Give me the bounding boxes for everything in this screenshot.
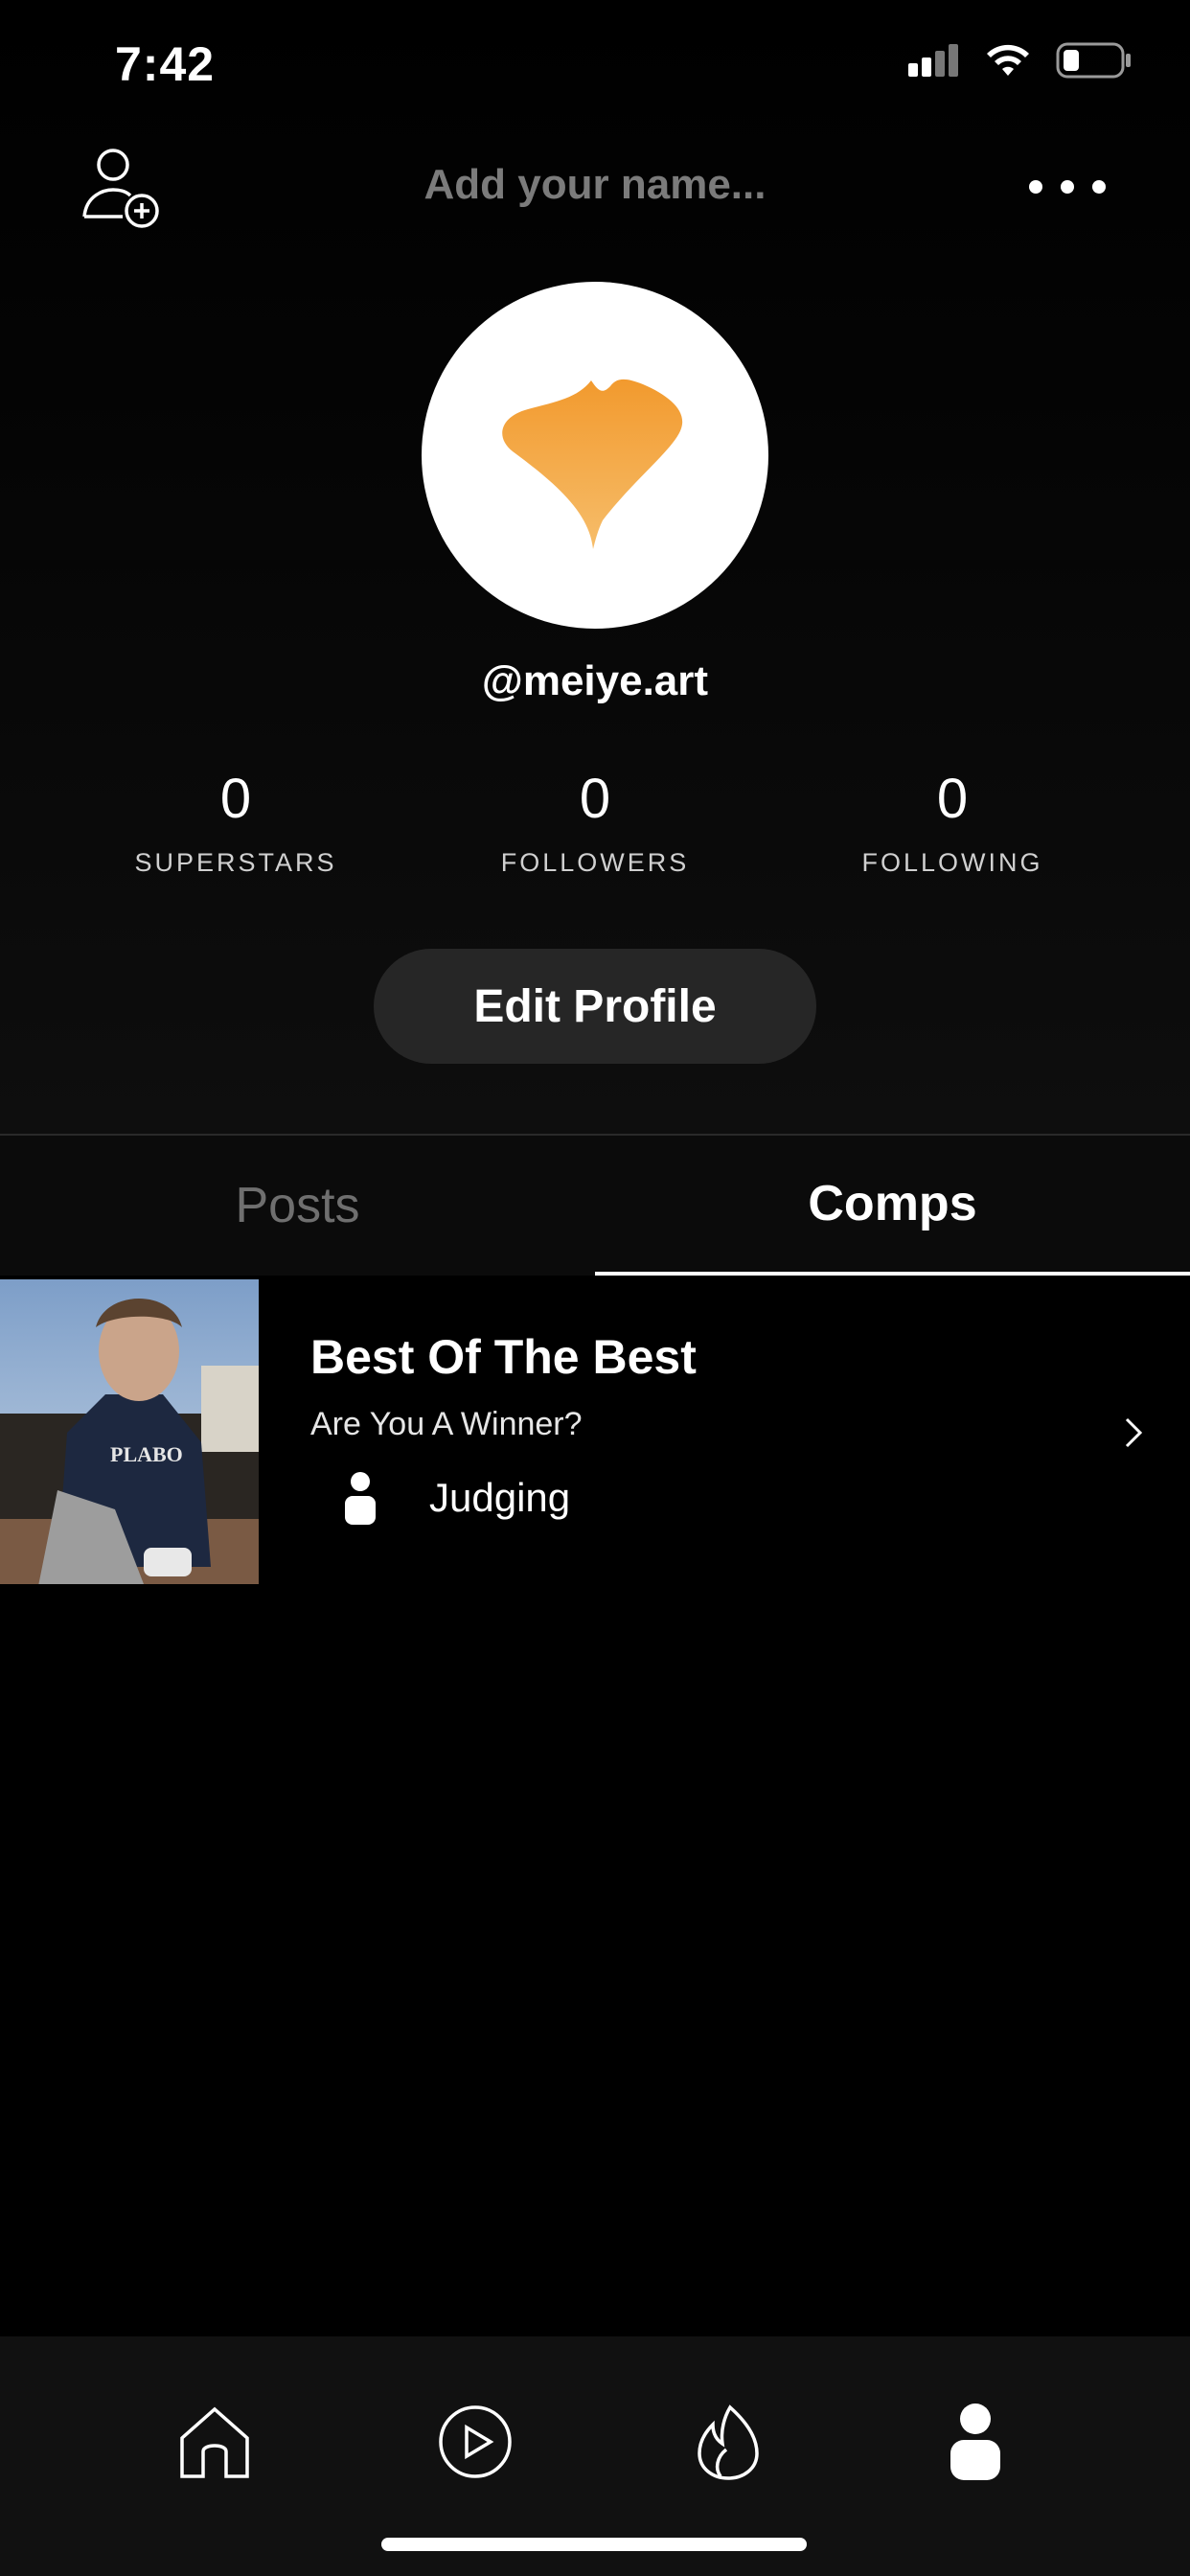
stat-label: FOLLOWERS	[500, 848, 690, 877]
nav-profile[interactable]	[927, 2394, 1023, 2490]
more-options-icon[interactable]	[1029, 174, 1106, 199]
nav-home[interactable]	[167, 2394, 263, 2490]
stat-following[interactable]: 0 FOLLOWING	[799, 767, 1106, 878]
nav-fire[interactable]	[680, 2394, 776, 2490]
competition-subtitle: Are You A Winner?	[310, 1406, 583, 1442]
stat-label: SUPERSTARS	[134, 848, 337, 877]
ginkgo-logo-icon	[502, 379, 683, 549]
list-item[interactable]: PLABO Best Of The Best Are You A Winner?…	[0, 1279, 1190, 1584]
tab-posts[interactable]: Posts	[0, 1136, 595, 1276]
stat-value: 0	[579, 768, 611, 830]
tab-comps[interactable]: Comps	[595, 1136, 1190, 1276]
chevron-right-icon[interactable]	[1119, 1414, 1148, 1452]
wifi-icon	[987, 44, 1029, 76]
competition-thumbnail: PLABO	[0, 1279, 259, 1584]
stat-followers[interactable]: 0 FOLLOWERS	[442, 767, 748, 878]
person-icon	[343, 1471, 378, 1525]
play-icon	[439, 2405, 512, 2478]
competition-title: Best Of The Best	[310, 1330, 697, 1384]
cellular-signal-icon	[908, 44, 958, 77]
avatar[interactable]	[422, 282, 768, 629]
stat-superstars[interactable]: 0 SUPERSTARS	[82, 767, 389, 878]
home-indicator	[381, 2538, 807, 2551]
nav-play[interactable]	[427, 2394, 523, 2490]
stat-value: 0	[219, 768, 252, 830]
battery-icon	[1056, 42, 1131, 79]
stat-value: 0	[936, 768, 969, 830]
home-icon	[180, 2406, 249, 2478]
edit-profile-button[interactable]: Edit Profile	[374, 949, 816, 1064]
add-name-placeholder[interactable]: Add your name...	[0, 161, 1190, 209]
profile-icon	[950, 2404, 1000, 2480]
fire-icon	[698, 2404, 759, 2480]
competition-status: Judging	[429, 1475, 571, 1520]
username: @meiye.art	[481, 657, 709, 704]
svg-text:PLABO: PLABO	[110, 1442, 183, 1466]
status-time: 7:42	[115, 37, 216, 91]
profile-tabs: Posts Comps	[0, 1136, 1190, 1276]
stat-label: FOLLOWING	[861, 848, 1043, 877]
status-icons	[908, 42, 1133, 79]
